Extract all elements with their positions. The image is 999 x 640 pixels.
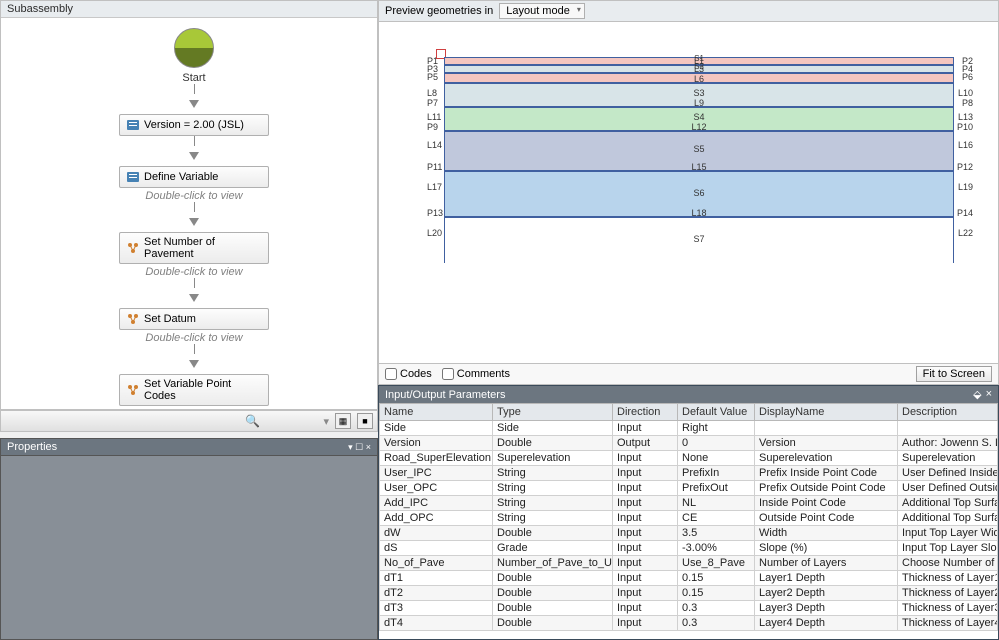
comments-checkbox[interactable]: Comments <box>442 368 510 380</box>
column-header[interactable]: Type <box>493 404 613 421</box>
column-header[interactable]: Direction <box>613 404 678 421</box>
subassembly-pane: Subassembly Start Version = 2.00 (JSL) De… <box>0 0 378 410</box>
start-label: Start <box>11 72 377 84</box>
table-row[interactable]: dT2DoubleInput0.15Layer2 DepthThickness … <box>380 586 998 601</box>
codes-checkbox[interactable]: Codes <box>385 368 432 380</box>
table-row[interactable]: User_IPCStringInputPrefixInPrefix Inside… <box>380 466 998 481</box>
double-click-hint: Double-click to view <box>11 266 377 278</box>
flow-icon <box>126 383 140 397</box>
column-header[interactable]: DisplayName <box>755 404 898 421</box>
flow-node[interactable]: Version = 2.00 (JSL) <box>119 114 269 136</box>
start-node[interactable] <box>174 28 214 68</box>
flow-node-label: Version = 2.00 (JSL) <box>144 119 244 131</box>
table-row[interactable]: Add_IPCStringInputNLInside Point CodeAdd… <box>380 496 998 511</box>
table-row[interactable]: User_OPCStringInputPrefixOutPrefix Outsi… <box>380 481 998 496</box>
fit-to-screen-button[interactable]: Fit to Screen <box>916 366 992 382</box>
flow-node-label: Set Number of Pavement <box>144 236 262 260</box>
flow-node[interactable]: Define Variable <box>119 166 269 188</box>
flow-icon <box>126 312 140 326</box>
table-row[interactable]: Road_SuperElevationSuperelevationInputNo… <box>380 451 998 466</box>
parameters-table[interactable]: NameTypeDirectionDefault ValueDisplayNam… <box>379 403 998 639</box>
double-click-hint: Double-click to view <box>11 332 377 344</box>
preview-canvas[interactable]: P1P2 L1 P3P4 S1 L3 P5P6 S2 L6 L8L10 S3 P… <box>378 22 999 364</box>
table-row[interactable]: dT3DoubleInput0.3Layer3 DepthThickness o… <box>380 601 998 616</box>
double-click-hint: Double-click to view <box>11 190 377 202</box>
flow-node-label: Set Variable Point Codes <box>144 378 262 402</box>
flow-node[interactable]: Set Number of Pavement <box>119 232 269 264</box>
column-header[interactable]: Name <box>380 404 493 421</box>
table-row[interactable]: dT1DoubleInput0.15Layer1 DepthThickness … <box>380 571 998 586</box>
properties-title: Properties ▾ ☐ × <box>0 438 378 456</box>
flow-node-label: Define Variable <box>144 171 218 183</box>
column-header[interactable]: Default Value <box>678 404 755 421</box>
close-icon[interactable]: × <box>986 388 992 401</box>
preview-footer: Codes Comments Fit to Screen <box>378 364 999 385</box>
properties-body <box>0 456 378 640</box>
toolbar-square-button[interactable]: ■ <box>357 413 373 429</box>
column-header[interactable]: Description <box>898 404 998 421</box>
table-row[interactable]: dT4DoubleInput0.3Layer4 DepthThickness o… <box>380 616 998 631</box>
table-row[interactable]: dWDoubleInput3.5WidthInput Top Layer Wid <box>380 526 998 541</box>
table-row[interactable]: SideSideInputRight <box>380 421 998 436</box>
double-click-hint: Double-click to view <box>11 408 377 409</box>
flow-node[interactable]: Set Datum <box>119 308 269 330</box>
table-row[interactable]: Add_OPCStringInputCEOutside Point CodeAd… <box>380 511 998 526</box>
table-row[interactable]: No_of_PaveNumber_of_Pave_to_UseInputUse_… <box>380 556 998 571</box>
preview-header: Preview geometries in Layout mode <box>378 0 999 22</box>
parameters-pane: Input/Output Parameters ⬙ × NameTypeDire… <box>378 385 999 640</box>
subassembly-title: Subassembly <box>1 1 377 18</box>
parameters-title: Input/Output Parameters <box>385 389 505 401</box>
def-icon <box>126 118 140 132</box>
subassembly-toolbar: 🔍 ▾ ▦ ■ <box>0 410 378 432</box>
def-icon <box>126 170 140 184</box>
flow-node-label: Set Datum <box>144 313 196 325</box>
search-icon[interactable]: 🔍 <box>245 414 260 428</box>
preview-label: Preview geometries in <box>385 5 493 17</box>
table-row[interactable]: dSGradeInput-3.00%Slope (%)Input Top Lay… <box>380 541 998 556</box>
pin-icon[interactable]: ⬙ <box>973 388 981 401</box>
flowchart-canvas[interactable]: Start Version = 2.00 (JSL) Define Variabl… <box>1 18 377 409</box>
flow-icon <box>126 241 140 255</box>
table-row[interactable]: VersionDoubleOutput0VersionAuthor: Jowen… <box>380 436 998 451</box>
layout-mode-select[interactable]: Layout mode <box>499 3 585 19</box>
toolbar-grid-button[interactable]: ▦ <box>335 413 351 429</box>
flow-node[interactable]: Set Variable Point Codes <box>119 374 269 406</box>
